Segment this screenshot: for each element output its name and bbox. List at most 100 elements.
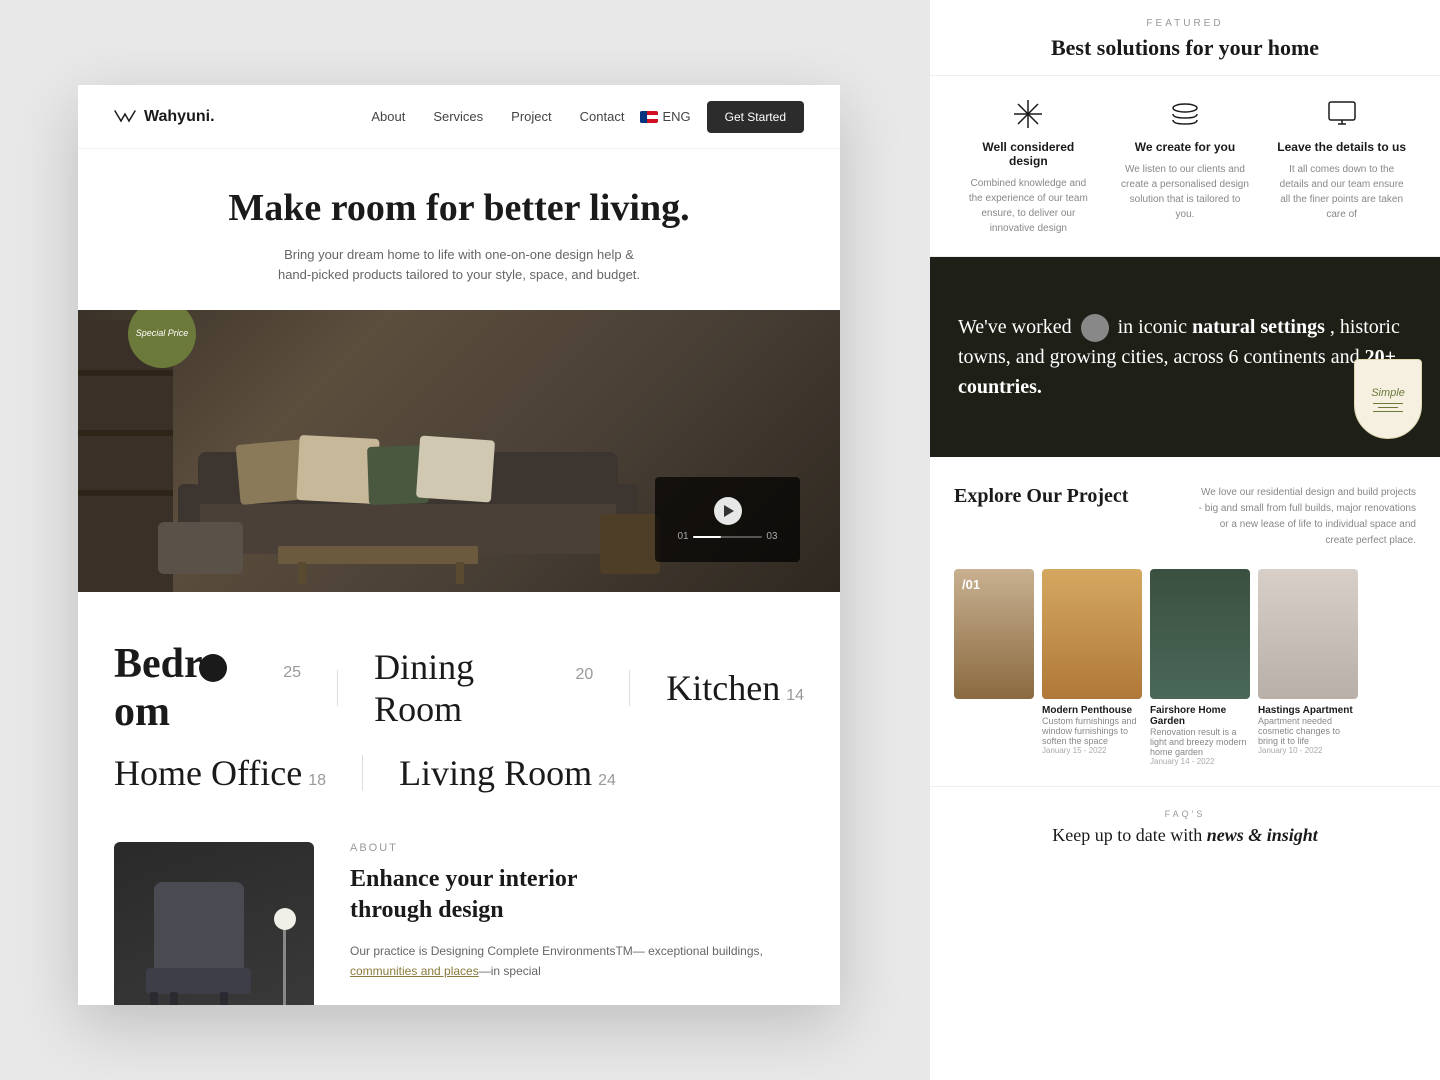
project-desc-2: Renovation result is a light and breezy … (1150, 727, 1250, 757)
get-started-button[interactable]: Get Started (707, 101, 804, 133)
faq-text: Keep up to date with (1052, 825, 1202, 845)
about-image (114, 842, 314, 1005)
simple-badge-text: Simple (1371, 387, 1405, 399)
lamp-shade (274, 908, 296, 930)
simple-badge: Simple (1354, 359, 1422, 439)
cat-kitchen[interactable]: Kitchen 14 (666, 667, 804, 709)
video-overlay[interactable]: 01 03 (655, 477, 800, 562)
navbar: Wahyuni. About Services Project Contact … (78, 85, 840, 149)
about-heading: Enhance your interiorthrough design (350, 864, 804, 926)
project-card-3[interactable]: Hastings Apartment Apartment needed cosm… (1258, 569, 1358, 766)
lamp-stand (283, 924, 286, 1005)
project-grid: /01 Modern Penthouse Custom furnishings … (954, 569, 1416, 766)
cat-homeoffice-count: 18 (308, 772, 326, 790)
nav-about[interactable]: About (371, 109, 405, 124)
featured-title: Best solutions for your home (966, 35, 1404, 61)
video-progress-fill (693, 536, 721, 538)
feature-create-title: We create for you (1135, 140, 1235, 154)
side-table (600, 514, 660, 574)
cat-dining-count: 20 (575, 666, 593, 684)
feature-details-title: Leave the details to us (1277, 140, 1406, 154)
about-heading-text: Enhance your interiorthrough design (350, 866, 578, 923)
feature-create-desc: We listen to our clients and create a pe… (1120, 162, 1250, 222)
nav-contact[interactable]: Contact (580, 109, 625, 124)
cat-dining[interactable]: Dining Room 20 (374, 646, 593, 730)
projects-title: Explore Our Project (954, 485, 1128, 508)
chair-back (154, 882, 244, 982)
cat-kitchen-count: 14 (786, 687, 804, 705)
about-label: About (350, 842, 804, 854)
asterisk-icon (1010, 96, 1046, 132)
project-name-2: Fairshore Home Garden (1150, 705, 1250, 727)
about-body: Our practice is Designing Complete Envir… (350, 941, 804, 982)
nav-services[interactable]: Services (433, 109, 483, 124)
cat-divider-1 (337, 670, 338, 706)
faq-title: Keep up to date with news & insight (954, 825, 1416, 846)
communities-link[interactable]: communities and places (350, 964, 479, 978)
pillow-4 (416, 436, 495, 503)
faq-bold: news & insight (1207, 825, 1318, 845)
chair-leg-1 (150, 992, 158, 1005)
feature-design-title: Well considered design (963, 140, 1093, 168)
dark-text-2: in iconic (1118, 316, 1187, 338)
lang-text: ENG (662, 109, 690, 124)
cat-divider-3 (362, 755, 363, 791)
project-image-2 (1150, 569, 1250, 699)
video-end: 03 (766, 531, 777, 542)
cat-bedroom-count: 25 (283, 664, 301, 682)
badge-decoration (1373, 403, 1403, 412)
globe-icon (1081, 314, 1109, 342)
coffee-table (278, 546, 478, 564)
chair-seat (146, 968, 251, 994)
feature-design-desc: Combined knowledge and the experience of… (963, 176, 1093, 236)
sofa-scene: 01 03 (78, 310, 840, 592)
shelf-bar-3 (78, 490, 173, 496)
video-start: 01 (678, 531, 689, 542)
shelf-bar-2 (78, 430, 173, 436)
cat-row-1: Bedrom 25 Dining Room 20 Kitchen 14 (114, 640, 804, 736)
play-icon (724, 505, 734, 517)
nav-links: About Services Project Contact (371, 109, 624, 124)
flag-icon (640, 111, 658, 123)
project-date-1: January 15 - 2022 (1042, 746, 1142, 755)
hero-title: Make room for better living. (114, 187, 804, 231)
project-card-1[interactable]: Modern Penthouse Custom furnishings and … (1042, 569, 1142, 766)
project-card-0[interactable]: /01 (954, 569, 1034, 766)
project-image-0: /01 (954, 569, 1034, 699)
faq-label: FAQ'S (954, 809, 1416, 819)
play-button[interactable] (714, 497, 742, 525)
featured-section: FEATURED Best solutions for your home (930, 0, 1440, 76)
dark-bold-1: natural settings (1192, 316, 1325, 338)
logo-text: Wahyuni. (144, 108, 215, 126)
feature-create: We create for you We listen to our clien… (1120, 96, 1250, 236)
categories-section: Bedrom 25 Dining Room 20 Kitchen 14 Home… (78, 592, 840, 842)
dark-banner-text: We've worked in iconic natural settings … (958, 312, 1412, 402)
cat-bedroom[interactable]: Bedrom 25 (114, 640, 301, 736)
cat-kitchen-name: Kitchen (666, 667, 780, 709)
logo: Wahyuni. (114, 108, 371, 126)
project-num-0: /01 (962, 577, 980, 592)
hero-image: 01 03 (78, 310, 840, 592)
monitor-icon (1324, 96, 1360, 132)
project-card-2[interactable]: Fairshore Home Garden Renovation result … (1150, 569, 1250, 766)
cat-livingroom[interactable]: Living Room 24 (399, 752, 616, 794)
cat-divider-2 (629, 670, 630, 706)
shelf-bar-1 (78, 370, 173, 376)
nav-project[interactable]: Project (511, 109, 551, 124)
hero-subtitle: Bring your dream home to life with one-o… (269, 245, 649, 287)
cat-homeoffice-name: Home Office (114, 752, 302, 794)
logo-icon (114, 109, 136, 125)
cat-livingroom-name: Living Room (399, 752, 592, 794)
ottoman (158, 522, 243, 574)
feature-details-desc: It all comes down to the details and our… (1277, 162, 1407, 222)
video-progress-bar (693, 536, 763, 538)
featured-label: FEATURED (966, 18, 1404, 29)
video-timeline: 01 03 (668, 531, 788, 542)
chair-leg-3 (220, 992, 228, 1005)
cat-dining-name: Dining Room (374, 646, 569, 730)
project-image-1 (1042, 569, 1142, 699)
cat-bedroom-name: Bedrom (114, 640, 277, 736)
cat-homeoffice[interactable]: Home Office 18 (114, 752, 326, 794)
hero-section: Make room for better living. Bring your … (78, 149, 840, 310)
language-selector[interactable]: ENG (640, 109, 690, 124)
